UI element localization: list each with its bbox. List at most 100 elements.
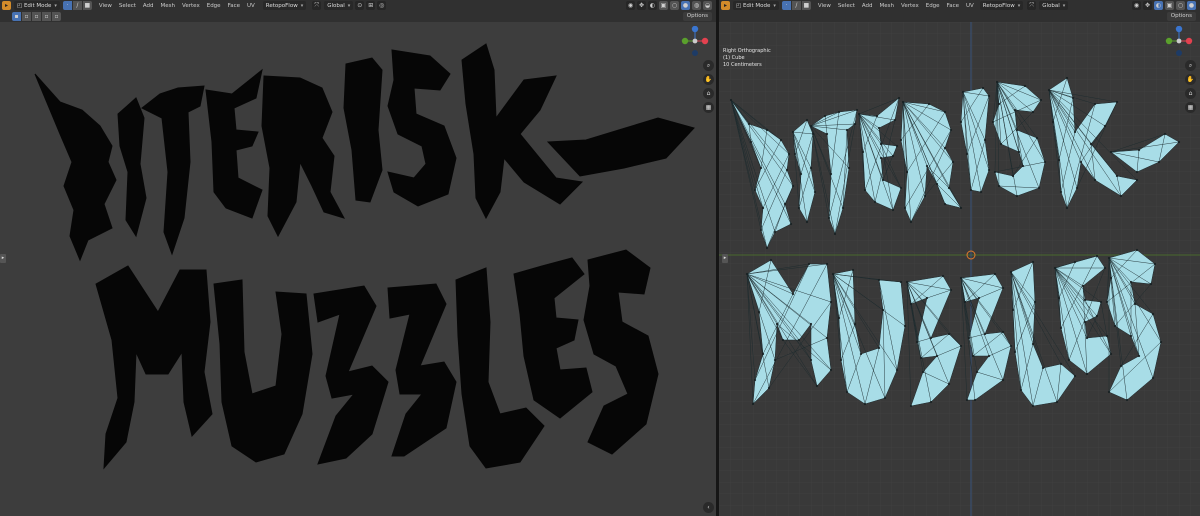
grid-scale: 10 Centimeters bbox=[723, 62, 762, 68]
hand-icon[interactable]: ✋ bbox=[703, 74, 714, 85]
transform-icon[interactable]: ⤧ bbox=[312, 1, 322, 10]
menu-face[interactable]: Face bbox=[228, 3, 240, 9]
edge-select-icon[interactable]: / bbox=[72, 1, 83, 10]
left-viewport-canvas[interactable]: ▸ ⌕ ✋ ⌂ ▦ ‹ bbox=[0, 22, 716, 516]
editor-type-icon[interactable]: ▸ bbox=[721, 1, 730, 10]
menu-select[interactable]: Select bbox=[119, 3, 136, 9]
toolbar-toggle[interactable]: ▸ bbox=[722, 254, 728, 263]
right-header-row-1: ▸ ◰ Edit Mode ▾ · / ■ View Select Add Mes… bbox=[719, 0, 1200, 11]
editor-type-icon[interactable]: ▸ bbox=[2, 1, 11, 10]
x-axis-icon bbox=[1185, 37, 1193, 45]
menu-edge[interactable]: Edge bbox=[207, 3, 221, 9]
xray-icon[interactable]: ▣ bbox=[659, 1, 668, 10]
wireframe-shading-icon[interactable]: ○ bbox=[1176, 1, 1185, 10]
navigation-gizmo[interactable] bbox=[680, 26, 710, 56]
right-header-row-2: Options bbox=[719, 11, 1200, 22]
chevron-down-icon: ▾ bbox=[773, 2, 776, 9]
retopoflow-menu[interactable]: RetopoFlow ▾ bbox=[262, 1, 307, 10]
menu-mesh[interactable]: Mesh bbox=[161, 3, 175, 9]
mode-icon: ◰ bbox=[736, 2, 743, 9]
select-mode-group: · / ■ bbox=[62, 1, 92, 10]
select-mode-group: · / ■ bbox=[781, 1, 811, 10]
right-viewport-header: ▸ ◰ Edit Mode ▾ · / ■ View Select Add Mes… bbox=[719, 0, 1200, 22]
edge-select-icon[interactable]: / bbox=[791, 1, 802, 10]
hand-icon[interactable]: ✋ bbox=[1185, 74, 1196, 85]
x-axis-icon bbox=[701, 37, 709, 45]
chevron-down-icon: ▾ bbox=[347, 2, 351, 9]
right-mode-dropdown[interactable]: ◰ Edit Mode ▾ bbox=[733, 1, 779, 10]
vertex-select-icon[interactable]: · bbox=[62, 1, 73, 10]
mode-icon: ◰ bbox=[17, 2, 24, 9]
xray-icon[interactable]: ▣ bbox=[1165, 1, 1174, 10]
proportional-edit-icon[interactable]: ◎ bbox=[377, 1, 387, 10]
overlay-icon[interactable]: ◐ bbox=[1154, 1, 1163, 10]
camera-icon[interactable]: ⌂ bbox=[703, 88, 714, 99]
magnifier-icon[interactable]: ⌕ bbox=[1185, 60, 1196, 71]
logo-silhouette bbox=[34, 43, 695, 470]
view-name: Right Orthographic bbox=[723, 48, 771, 54]
select-new-icon[interactable]: ▪ bbox=[12, 12, 22, 21]
menu-edge[interactable]: Edge bbox=[926, 3, 940, 9]
visibility-icon[interactable]: ◉ bbox=[626, 1, 635, 10]
overlay-icon[interactable]: ◐ bbox=[648, 1, 657, 10]
left-mode-dropdown[interactable]: ◰ Edit Mode ▾ bbox=[14, 1, 60, 10]
visibility-icon[interactable]: ◉ bbox=[1132, 1, 1141, 10]
menu-uv[interactable]: UV bbox=[966, 3, 974, 9]
menu-face[interactable]: Face bbox=[947, 3, 959, 9]
orientation-dropdown[interactable]: Global ▾ bbox=[324, 1, 354, 10]
navigation-gizmo[interactable] bbox=[1164, 26, 1194, 56]
menu-vertex[interactable]: Vertex bbox=[182, 3, 200, 9]
right-viewport[interactable]: ▸ ◰ Edit Mode ▾ · / ■ View Select Add Mes… bbox=[719, 0, 1200, 516]
options-button[interactable]: Options bbox=[1166, 12, 1196, 21]
menu-add[interactable]: Add bbox=[143, 3, 154, 9]
toolbar-toggle[interactable]: ▸ bbox=[0, 254, 6, 263]
gizmo-toggle-icon[interactable]: ✥ bbox=[1143, 1, 1152, 10]
menu-view[interactable]: View bbox=[99, 3, 112, 9]
menu-mesh[interactable]: Mesh bbox=[880, 3, 894, 9]
y-axis-icon bbox=[681, 37, 689, 45]
y-axis-icon bbox=[1165, 37, 1173, 45]
transform-icon[interactable]: ⤧ bbox=[1027, 1, 1037, 10]
magnifier-icon[interactable]: ⌕ bbox=[703, 60, 714, 71]
retopoflow-menu[interactable]: RetopoFlow ▾ bbox=[979, 1, 1024, 10]
mode-label: Edit Mode bbox=[23, 2, 52, 9]
menu-uv[interactable]: UV bbox=[247, 3, 255, 9]
material-shading-icon[interactable]: ◍ bbox=[692, 1, 701, 10]
chevron-down-icon: ▾ bbox=[1062, 2, 1066, 9]
chevron-down-icon: ▾ bbox=[1017, 2, 1021, 9]
select-intersect-icon[interactable]: ▫ bbox=[52, 12, 61, 21]
face-select-icon[interactable]: ■ bbox=[82, 1, 92, 10]
gizmo-toggle-icon[interactable]: ✥ bbox=[637, 1, 646, 10]
retopo-mesh bbox=[729, 76, 1181, 408]
chevron-down-icon: ▾ bbox=[300, 2, 304, 9]
z-axis-icon bbox=[1175, 26, 1183, 33]
menu-vertex[interactable]: Vertex bbox=[901, 3, 919, 9]
right-viewport-canvas[interactable]: Right Orthographic (1) Cube 10 Centimete… bbox=[719, 22, 1200, 516]
menu-select[interactable]: Select bbox=[838, 3, 855, 9]
wireframe-shading-icon[interactable]: ○ bbox=[670, 1, 679, 10]
solid-shading-icon[interactable]: ● bbox=[681, 1, 690, 10]
3d-cursor-icon bbox=[966, 250, 976, 260]
menu-add[interactable]: Add bbox=[862, 3, 873, 9]
grid-icon[interactable]: ▦ bbox=[703, 102, 714, 113]
orientation-dropdown[interactable]: Global ▾ bbox=[1039, 1, 1069, 10]
pivot-icon[interactable]: ⊙ bbox=[355, 1, 365, 10]
selection-mode-group: ▪ ▫ ▫ ▫ ▫ bbox=[12, 12, 61, 21]
select-extend-icon[interactable]: ▫ bbox=[22, 12, 32, 21]
grid-icon[interactable]: ▦ bbox=[1185, 102, 1196, 113]
options-button[interactable]: Options bbox=[682, 12, 712, 21]
vertex-select-icon[interactable]: · bbox=[781, 1, 792, 10]
select-invert-icon[interactable]: ▫ bbox=[42, 12, 52, 21]
menu-view[interactable]: View bbox=[818, 3, 831, 9]
solid-shading-icon[interactable]: ● bbox=[1187, 1, 1196, 10]
sidebar-toggle-icon[interactable]: ‹ bbox=[703, 502, 714, 513]
left-viewport[interactable]: ▸ ◰ Edit Mode ▾ · / ■ View Select Add Mes… bbox=[0, 0, 716, 516]
face-select-icon[interactable]: ■ bbox=[801, 1, 811, 10]
select-subtract-icon[interactable]: ▫ bbox=[32, 12, 42, 21]
snap-icon[interactable]: ⊞ bbox=[366, 1, 376, 10]
camera-icon[interactable]: ⌂ bbox=[1185, 88, 1196, 99]
left-header-row-2: ▪ ▫ ▫ ▫ ▫ Options bbox=[0, 11, 716, 22]
viewport-info: Right Orthographic (1) Cube 10 Centimete… bbox=[723, 48, 771, 69]
rendered-shading-icon[interactable]: ◒ bbox=[703, 1, 712, 10]
left-header-row-1: ▸ ◰ Edit Mode ▾ · / ■ View Select Add Mes… bbox=[0, 0, 716, 11]
